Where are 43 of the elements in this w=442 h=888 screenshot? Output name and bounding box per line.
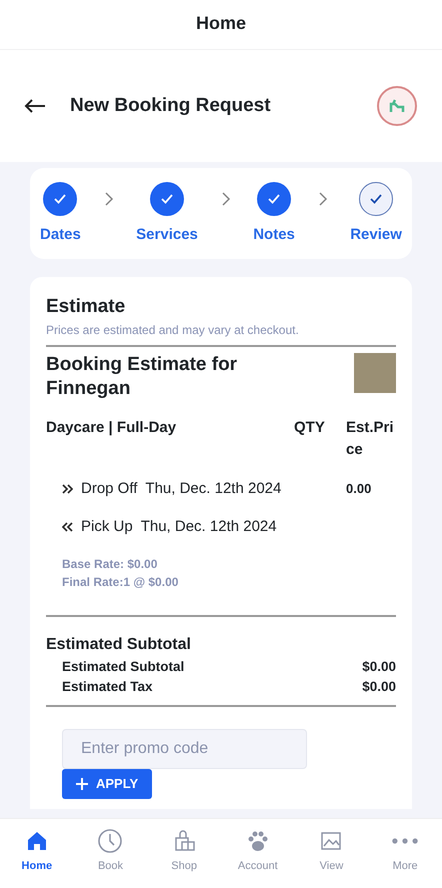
step-label[interactable]: Dates bbox=[40, 224, 81, 246]
step-label[interactable]: Notes bbox=[253, 224, 295, 246]
tab-bar-item[interactable]: Shop bbox=[149, 827, 220, 876]
photo-placeholder bbox=[354, 353, 396, 393]
line-label: Drop Off bbox=[81, 478, 138, 498]
section-title: Estimate bbox=[46, 294, 126, 318]
page-title: New Booking Request bbox=[70, 94, 271, 118]
back-arrow-icon[interactable] bbox=[24, 98, 46, 114]
summary-label: Estimated Subtotal bbox=[62, 658, 184, 676]
step-label[interactable]: Review bbox=[350, 224, 402, 246]
apply-button[interactable]: APPLY bbox=[62, 769, 152, 798]
summary-label: Estimated Tax bbox=[62, 678, 153, 696]
line-price: 0.00 bbox=[346, 480, 372, 498]
clock-icon bbox=[97, 828, 124, 854]
tab-bar-item[interactable]: View bbox=[296, 827, 366, 876]
column-header: Est.Price bbox=[346, 418, 395, 460]
plus-icon bbox=[76, 778, 88, 790]
summary-value: $0.00 bbox=[362, 658, 396, 676]
final-rate-text: Final Rate:1 @ $0.00 bbox=[62, 574, 180, 590]
chevron-icon bbox=[104, 192, 114, 206]
service-name: Daycare | Full-Day bbox=[46, 418, 178, 438]
line-label: Pick Up bbox=[81, 517, 133, 537]
section-title: Estimated Subtotal bbox=[46, 634, 192, 654]
tab-bar-item[interactable]: Book bbox=[75, 827, 146, 876]
line-date: Thu, Dec. 12th 2024 bbox=[140, 517, 278, 537]
chevron-icon bbox=[318, 192, 328, 206]
tab-bar-item[interactable]: Home bbox=[2, 827, 72, 876]
disclaimer-text: Prices are estimated and may vary at checkout. bbox=[46, 322, 300, 339]
base-rate-text: Base Rate: $0.00 bbox=[62, 556, 158, 572]
screen-title: Home bbox=[0, 0, 442, 50]
line-date: Thu, Dec. 12th 2024 bbox=[145, 478, 282, 498]
booking-title: Booking Estimate for Finnegan bbox=[46, 353, 238, 400]
double-chevron-left-icon bbox=[62, 521, 73, 534]
double-chevron-right-icon bbox=[62, 482, 73, 495]
tab-bar-item[interactable]: Account bbox=[222, 827, 293, 876]
more-icon bbox=[392, 838, 418, 844]
promo-code-field[interactable]: Enter promo code bbox=[62, 729, 307, 769]
logo-icon bbox=[376, 85, 418, 127]
chevron-icon bbox=[220, 192, 231, 206]
tab-bar-item[interactable]: More bbox=[370, 827, 440, 876]
summary-value: $0.00 bbox=[362, 678, 396, 696]
column-header: QTY bbox=[294, 418, 326, 438]
step-label[interactable]: Services bbox=[136, 224, 198, 246]
